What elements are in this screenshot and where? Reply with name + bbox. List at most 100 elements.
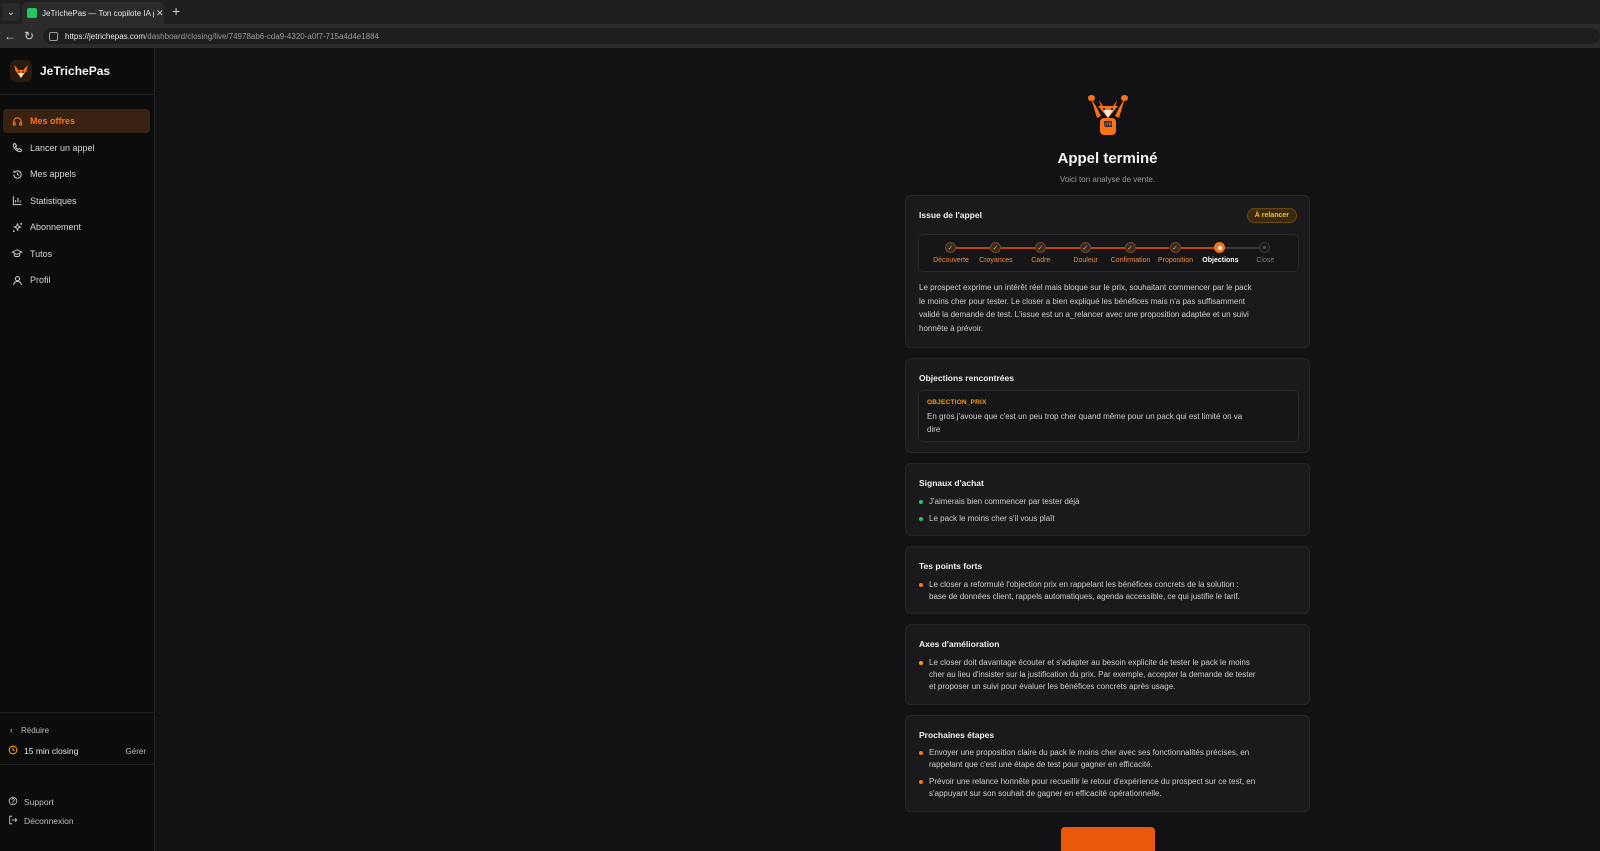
logout-icon bbox=[8, 815, 18, 827]
sidebar-item-label: Lancer un appel bbox=[30, 142, 95, 153]
sidebar-item-tutos[interactable]: Tutos bbox=[3, 242, 150, 266]
card-title: Objections rencontrées bbox=[919, 373, 1014, 383]
help-circle-icon bbox=[8, 796, 18, 808]
stepper-connector bbox=[1180, 247, 1215, 249]
browser-tabbar: ⌄ JeTrichePas — Ton copilote IA pour ✕ + bbox=[0, 0, 1600, 24]
tab-list-chevron-icon[interactable]: ⌄ bbox=[2, 3, 20, 21]
sidebar-item-label: Profil bbox=[30, 275, 51, 285]
list-item: Le pack le moins cher s'il vous plaît bbox=[919, 513, 1299, 525]
sidebar-item-lancer-un-appel[interactable]: Lancer un appel bbox=[3, 136, 150, 160]
site-info-icon[interactable] bbox=[49, 31, 58, 41]
step-label: Close bbox=[1256, 257, 1275, 264]
item-line: Le closer a reformulé l'objection prix e… bbox=[929, 580, 1239, 589]
objection-quote: En gros j'avoue que c'est un peu trop ch… bbox=[927, 410, 1292, 436]
quote-line: dire bbox=[927, 425, 941, 434]
sidebar-item-abonnement[interactable]: Abonnement bbox=[3, 215, 150, 239]
main-content: JTP Appel terminé Voici ton analyse de v… bbox=[155, 48, 1600, 851]
strengths-list: Le closer a reformulé l'objection prix e… bbox=[919, 579, 1299, 603]
logout-link[interactable]: Déconnexion bbox=[8, 815, 74, 827]
call-outcome-card: Issue de l'appel À relancer ✓ Découverte ✓… bbox=[905, 195, 1310, 348]
divider bbox=[0, 712, 154, 713]
strengths-card: Tes points forts Le closer a reformulé l… bbox=[905, 546, 1310, 614]
url-host: https://jetrichepas.com bbox=[65, 31, 146, 41]
item-line: rappelant que c'est une étape de test po… bbox=[929, 760, 1153, 769]
tab-close-icon[interactable]: ✕ bbox=[156, 8, 164, 19]
sidebar-menu: Mes offres Lancer un appel Mes appels St… bbox=[3, 109, 150, 295]
logout-label: Déconnexion bbox=[24, 816, 74, 826]
sidebar-item-mes-appels[interactable]: Mes appels bbox=[3, 162, 150, 186]
bottom-action-button[interactable] bbox=[1061, 827, 1155, 851]
sidebar-item-label: Statistiques bbox=[30, 195, 77, 206]
item-line: Envoyer une proposition claire du pack l… bbox=[929, 748, 1250, 757]
page-subtitle: Voici ton analyse de vente. bbox=[1059, 175, 1156, 184]
buying-signals-card: Signaux d'achat J'aimerais bien commence… bbox=[905, 463, 1310, 536]
card-title: Issue de l'appel bbox=[919, 210, 982, 220]
item-line: cher au lieu d'insister sur la justifica… bbox=[929, 670, 1256, 679]
stepper-connector bbox=[956, 247, 990, 249]
check-icon: ✓ bbox=[945, 242, 956, 253]
sidebar: JeTrichePas Mes offres Lancer un appel M… bbox=[0, 48, 155, 851]
reduce-button[interactable]: ‹ Réduire bbox=[10, 725, 49, 735]
svg-text:JTP: JTP bbox=[1103, 122, 1111, 127]
step-dot-icon bbox=[1214, 242, 1226, 253]
fox-mascot-icon: JTP bbox=[1083, 94, 1133, 138]
plan-row: 15 min closing Gérer bbox=[8, 745, 146, 757]
card-title: Tes points forts bbox=[919, 561, 983, 571]
objection-tag: OBJECTION_PRIX bbox=[927, 399, 987, 406]
sidebar-item-profil[interactable]: Profil bbox=[3, 268, 150, 292]
item-line: et proposer un suivi pour évaluer les bé… bbox=[929, 682, 1176, 691]
favicon-icon bbox=[27, 8, 37, 18]
card-title: Axes d'amélioration bbox=[919, 639, 1000, 649]
url-path: /dashboard/closing/live/74978ab6-cda9-43… bbox=[145, 31, 380, 41]
check-icon: ✓ bbox=[1124, 242, 1136, 253]
summary-line: Le prospect exprime un intérêt réel mais… bbox=[919, 283, 1252, 292]
graduation-cap-icon bbox=[11, 248, 23, 259]
check-icon: ✓ bbox=[989, 242, 1001, 253]
status-badge: À relancer bbox=[1246, 208, 1297, 223]
sidebar-item-statistiques[interactable]: Statistiques bbox=[3, 189, 150, 213]
browser-tab[interactable]: JeTrichePas — Ton copilote IA pour ✕ bbox=[22, 2, 164, 24]
item-line: Le closer doit davantage écouter et s'ad… bbox=[929, 658, 1250, 667]
item-line: Prévoir une relance honnête pour recueil… bbox=[929, 777, 1256, 786]
sidebar-item-label: Mes appels bbox=[30, 169, 77, 179]
support-link[interactable]: Support bbox=[8, 796, 54, 808]
stepper-connector bbox=[1090, 247, 1125, 249]
brand[interactable]: JeTrichePas bbox=[10, 60, 110, 82]
signals-list: J'aimerais bien commencer par tester déj… bbox=[919, 496, 1299, 525]
back-icon[interactable]: ← bbox=[4, 29, 16, 43]
stepper-connector bbox=[1225, 247, 1260, 249]
new-tab-icon[interactable]: + bbox=[172, 3, 180, 19]
sidebar-item-label: Tutos bbox=[30, 248, 53, 259]
address-bar: ← ↻ https://jetrichepas.com/dashboard/cl… bbox=[0, 24, 1600, 49]
brand-name: JeTrichePas bbox=[40, 64, 111, 78]
quote-line: En gros j'avoue que c'est un peu trop ch… bbox=[927, 412, 1243, 421]
check-icon: ✓ bbox=[1034, 242, 1046, 253]
reload-icon[interactable]: ↻ bbox=[24, 29, 34, 43]
chevron-left-icon: ‹ bbox=[10, 725, 13, 735]
call-stepper: ✓ Découverte ✓ Croyances ✓ Cadre ✓ Douleur ✓ Conf… bbox=[918, 234, 1299, 272]
objections-card: Objections rencontrées OBJECTION_PRIX En… bbox=[905, 358, 1310, 453]
card-title: Prochaines étapes bbox=[919, 730, 995, 740]
list-item: Le closer doit davantage écouter et s'ad… bbox=[919, 657, 1299, 693]
bar-chart-icon bbox=[11, 195, 23, 206]
check-icon: ✓ bbox=[1169, 242, 1181, 253]
check-icon: ✓ bbox=[1079, 242, 1091, 253]
item-line: base de données client, rappels automati… bbox=[929, 592, 1240, 601]
card-title: Signaux d'achat bbox=[919, 478, 984, 488]
url-input[interactable]: https://jetrichepas.com/dashboard/closin… bbox=[43, 28, 1600, 44]
support-label: Support bbox=[24, 797, 54, 807]
page-title: Appel terminé bbox=[1057, 150, 1158, 167]
list-item: Prévoir une relance honnête pour recueil… bbox=[919, 776, 1299, 800]
clock-icon bbox=[8, 745, 18, 757]
manage-subscription-button[interactable]: Gérer bbox=[126, 747, 146, 756]
step-dot-icon bbox=[1259, 242, 1271, 253]
list-item: Le closer a reformulé l'objection prix e… bbox=[919, 579, 1299, 603]
divider bbox=[0, 94, 154, 95]
plan-label: 15 min closing bbox=[24, 746, 79, 756]
user-icon bbox=[11, 275, 23, 286]
divider bbox=[0, 764, 154, 765]
sidebar-item-label: Mes offres bbox=[30, 116, 76, 126]
summary-line: validé la demande de test. L'issue est u… bbox=[919, 310, 1249, 319]
next-steps-list: Envoyer une proposition claire du pack l… bbox=[919, 747, 1299, 800]
sidebar-item-mes-offres[interactable]: Mes offres bbox=[3, 109, 150, 133]
